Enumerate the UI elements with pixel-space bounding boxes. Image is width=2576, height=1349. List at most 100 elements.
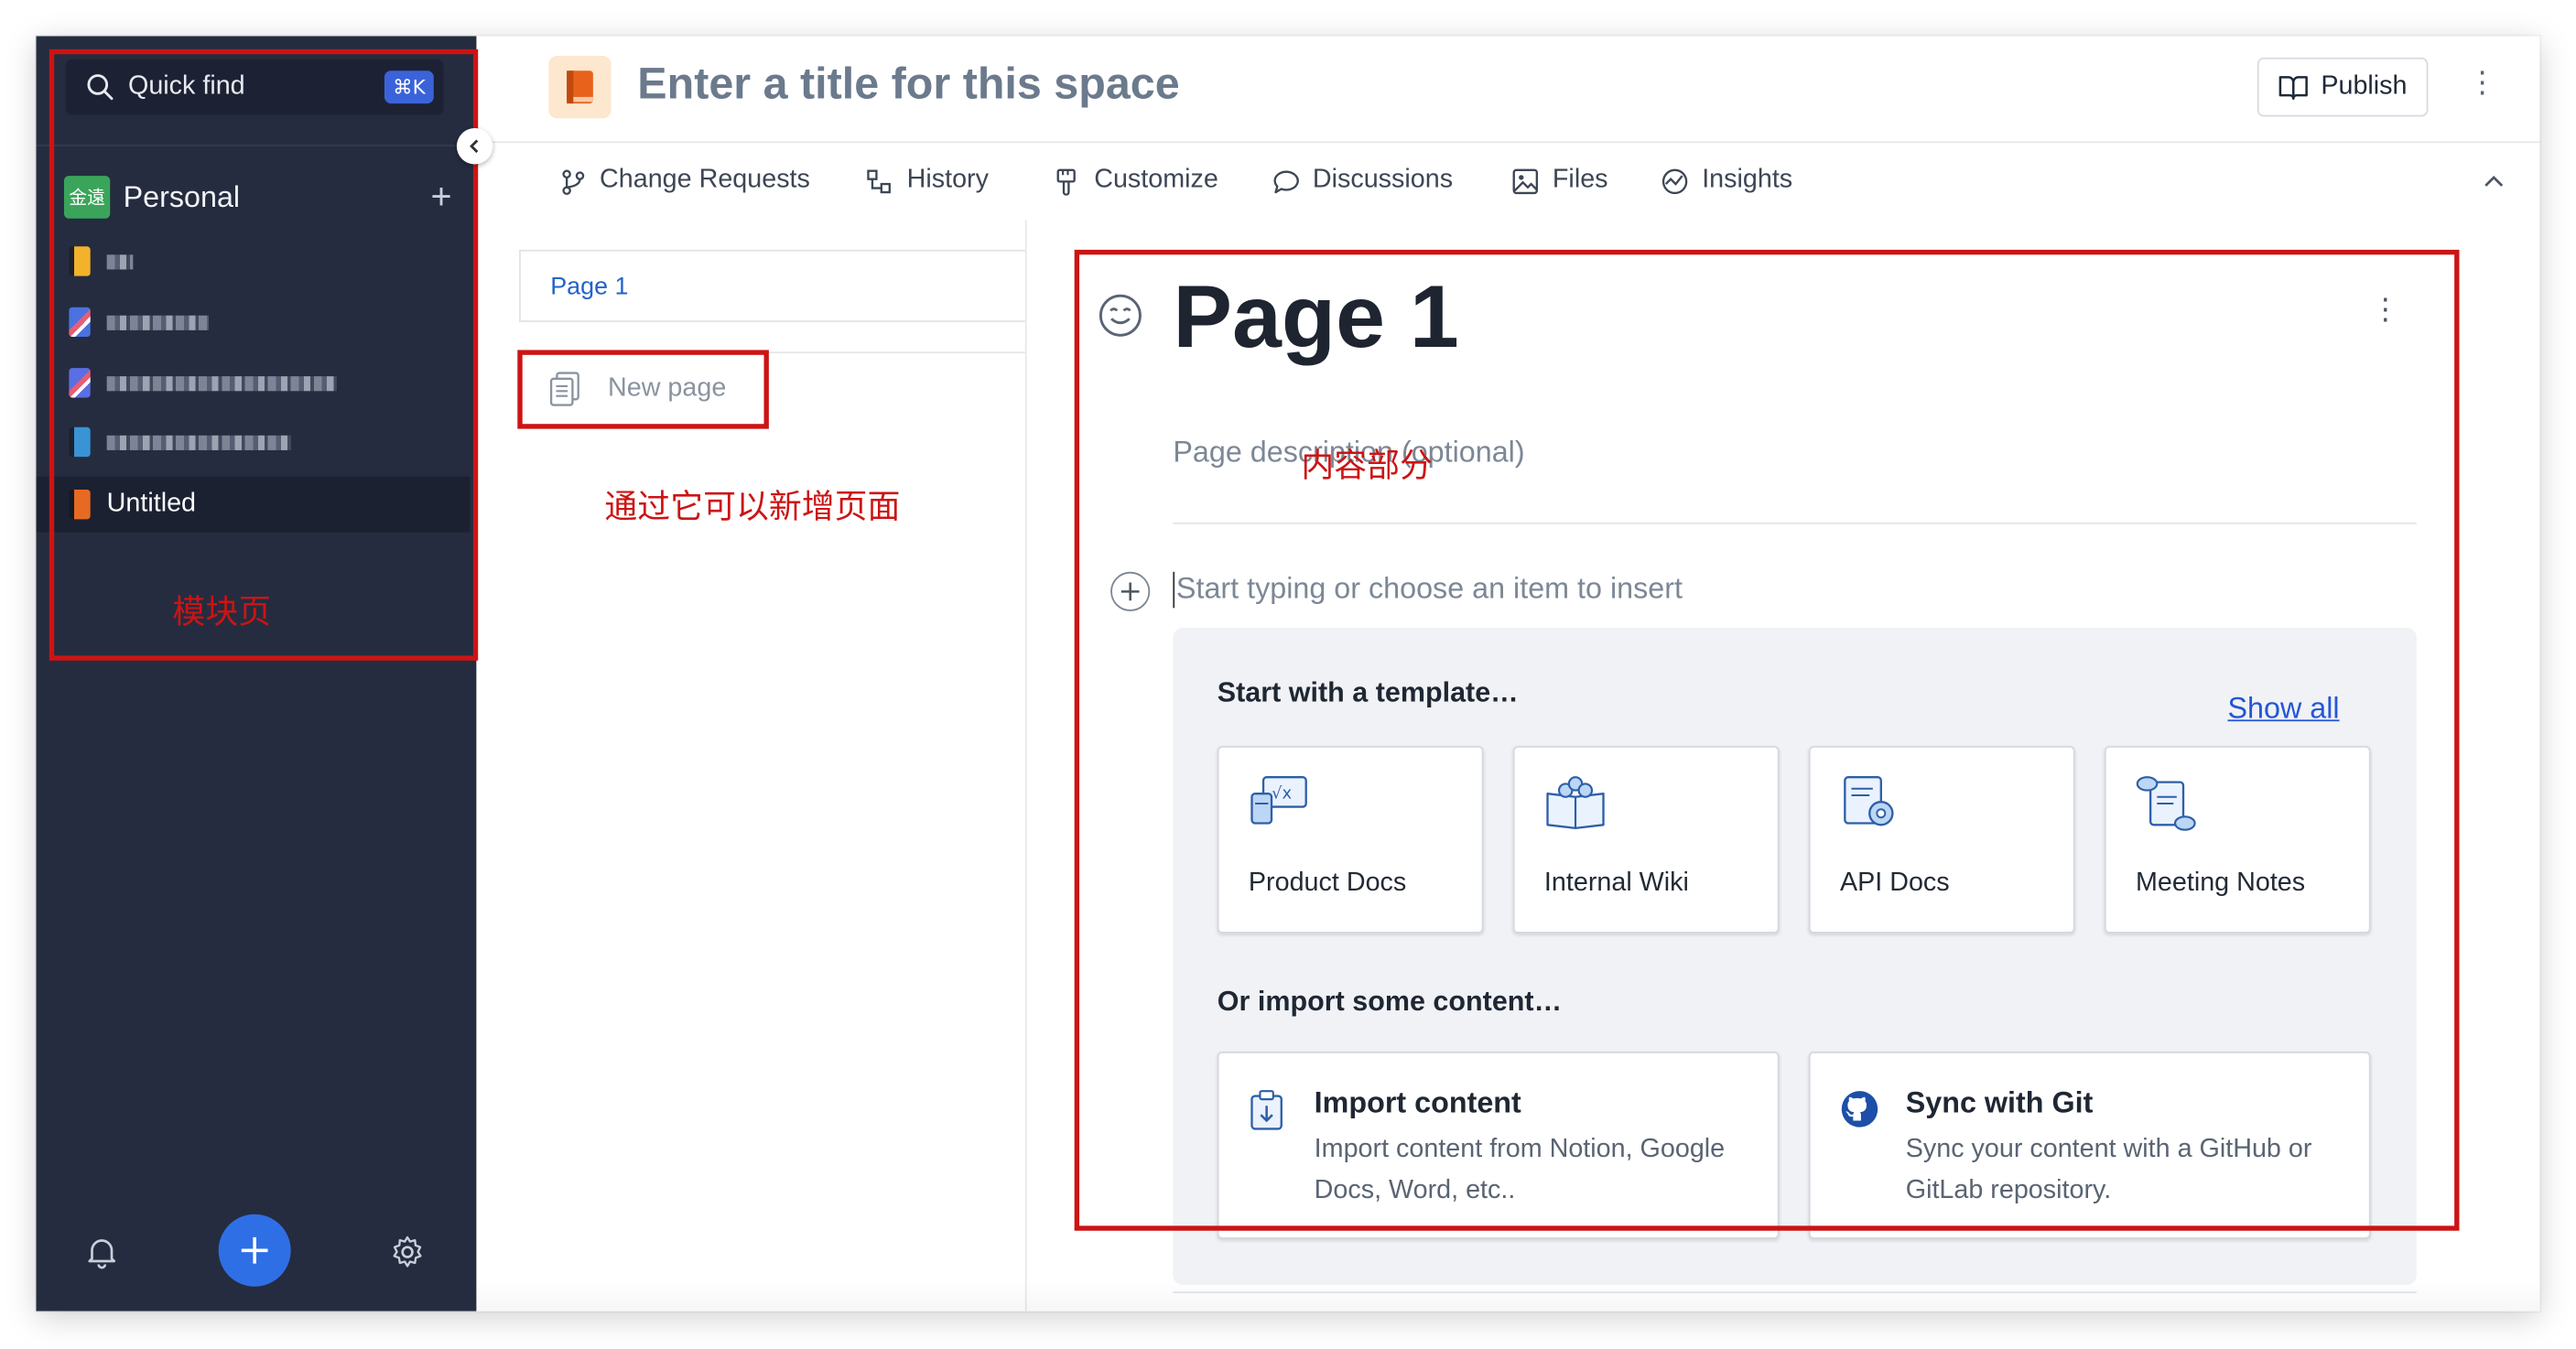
import-content-card[interactable]: Import content Import content from Notio… [1217, 1052, 1780, 1239]
template-panel: Start with a template… Show all √x Produ… [1173, 627, 2417, 1286]
image-icon [1512, 167, 1539, 194]
chevron-left-icon [470, 139, 479, 154]
template-label: API Docs [1839, 869, 1950, 898]
add-space-item-button[interactable]: + [430, 174, 451, 220]
book-checker-icon [69, 307, 91, 338]
plus-icon [1120, 582, 1140, 601]
sidebar-item[interactable] [36, 355, 470, 411]
sidebar-divider [36, 144, 477, 146]
template-internal-wiki[interactable]: Internal Wiki [1512, 746, 1780, 934]
new-page-button[interactable]: New page [548, 372, 726, 407]
publish-button[interactable]: Publish [2257, 57, 2429, 117]
space-tabs: Change Requests History Customize Discussio… [476, 143, 2540, 222]
tab-insights[interactable]: Insights [1661, 166, 1792, 195]
svg-text:√x: √x [1272, 784, 1292, 804]
tab-change-requests[interactable]: Change Requests [558, 166, 810, 195]
gear-icon [393, 1236, 422, 1268]
page-tree: Page 1 New page [476, 220, 1027, 1311]
pages-icon [549, 372, 579, 406]
sync-git-title: Sync with Git [1905, 1085, 2094, 1119]
template-meeting-notes[interactable]: Meeting Notes [2104, 746, 2371, 934]
meeting-notes-icon [2136, 776, 2196, 831]
github-icon [1841, 1091, 1878, 1128]
new-page-label: New page [608, 374, 727, 403]
templates-heading: Start with a template… [1217, 676, 1519, 708]
tree-divider [519, 351, 1025, 354]
insights-icon [1661, 167, 1688, 194]
import-heading: Or import some content… [1217, 986, 1563, 1018]
api-docs-icon [1844, 776, 1894, 826]
book-open-icon [2278, 76, 2308, 100]
annotation-sidebar-label: 模块页 [172, 591, 272, 631]
sidebar-item[interactable] [36, 233, 470, 289]
space-logo: 金遠 [63, 176, 111, 219]
bell-icon [88, 1239, 116, 1269]
settings-button[interactable] [389, 1234, 425, 1278]
insert-input[interactable]: Start typing or choose an item to insert [1176, 572, 1683, 607]
collapse-tabs-button[interactable] [2484, 166, 2504, 192]
annotation-new-page-label: 通过它可以新增页面 [604, 486, 901, 526]
sidebar-item-label-redacted [106, 254, 134, 269]
template-label: Meeting Notes [2135, 869, 2306, 898]
page-title[interactable]: Page 1 [1173, 266, 1458, 368]
book-blue-icon [69, 426, 91, 458]
brush-icon [1056, 167, 1076, 195]
template-api-docs[interactable]: API Docs [1808, 746, 2075, 934]
sidebar-item[interactable] [36, 294, 470, 350]
book-orange-icon [69, 490, 91, 520]
page-editor: Page 1 ⋮ Page description (optional) Sta… [1026, 220, 2540, 1311]
chat-icon [1273, 169, 1299, 193]
sync-git-description: Sync your content with a GitHub or GitLa… [1905, 1135, 2312, 1205]
page-tree-item-label: Page 1 [550, 272, 629, 300]
tab-label: Discussions [1312, 166, 1454, 194]
book-yellow-icon [69, 246, 91, 276]
tab-label: Files [1552, 166, 1608, 194]
tab-customize[interactable]: Customize [1053, 166, 1218, 195]
space-header-bar: Enter a title for this space Publish ⋮ [476, 36, 2540, 144]
branch-icon [562, 168, 585, 195]
product-docs-icon: √x [1250, 776, 1307, 825]
show-all-link[interactable]: Show all [2227, 692, 2339, 727]
template-label: Internal Wiki [1543, 869, 1689, 898]
chevron-up-icon [2484, 175, 2504, 187]
smiley-icon [1099, 294, 1142, 337]
sidebar-item[interactable] [36, 414, 470, 469]
book-checker-icon [69, 368, 91, 398]
sync-git-card[interactable]: Sync with Git Sync your content with a G… [1808, 1052, 2371, 1239]
insert-block-button[interactable] [1110, 571, 1151, 611]
search-icon [87, 74, 114, 101]
add-emoji-button[interactable] [1098, 293, 1143, 347]
page-more-button[interactable]: ⋮ [2371, 293, 2400, 328]
collapse-sidebar-button[interactable] [456, 128, 493, 165]
space-title-input[interactable]: Enter a title for this space [637, 59, 1179, 111]
space-name: Personal [123, 179, 241, 213]
history-icon [867, 168, 891, 193]
create-new-button[interactable] [218, 1214, 291, 1287]
bottom-fade [476, 1278, 2540, 1311]
page-header-divider [1173, 522, 2417, 524]
import-icon [1250, 1090, 1283, 1130]
quick-find-search[interactable]: Quick find ⌘K [65, 59, 444, 115]
text-caret [1173, 571, 1175, 609]
tab-discussions[interactable]: Discussions [1272, 166, 1453, 195]
page-tree-item[interactable]: Page 1 [519, 249, 1025, 322]
import-content-description: Import content from Notion, Google Docs,… [1314, 1135, 1726, 1205]
sidebar-item-label-redacted [106, 375, 337, 391]
sidebar-item-label-redacted [106, 314, 209, 329]
more-options-button[interactable]: ⋮ [2467, 66, 2496, 101]
sidebar-item-label: Untitled [106, 490, 197, 518]
template-product-docs[interactable]: √x Product Docs [1217, 746, 1484, 934]
space-header[interactable]: 金遠 Personal + [63, 174, 459, 220]
tab-history[interactable]: History [866, 166, 989, 195]
tab-files[interactable]: Files [1511, 166, 1608, 195]
book-orange-icon [567, 70, 593, 104]
quick-find-label: Quick find [127, 71, 245, 101]
tab-label: Customize [1094, 166, 1218, 194]
sidebar-item[interactable]: Untitled [36, 476, 471, 533]
tab-label: Change Requests [600, 166, 810, 194]
space-icon[interactable] [548, 56, 612, 119]
tab-label: History [906, 166, 989, 194]
sidebar-item-label-redacted [106, 434, 291, 450]
notifications-button[interactable] [84, 1234, 120, 1278]
shortcut-badge: ⌘K [384, 70, 434, 104]
